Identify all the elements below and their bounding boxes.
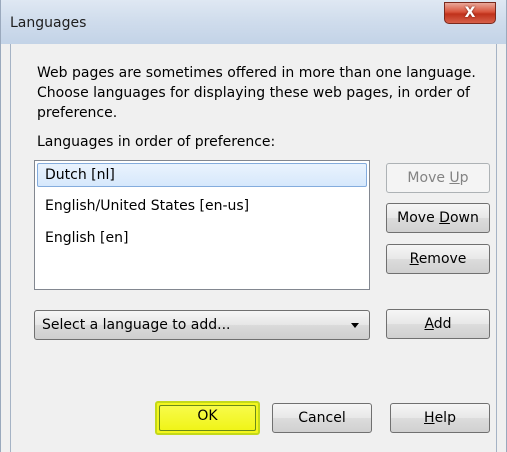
cancel-label: Cancel xyxy=(298,410,346,426)
move-up-accel: U xyxy=(449,170,460,186)
add-label-post: dd xyxy=(433,316,452,332)
language-select-value: Select a language to add... xyxy=(42,317,231,333)
description-text: Web pages are sometimes offered in more … xyxy=(37,65,476,121)
move-up-button[interactable]: Move Up xyxy=(386,163,490,193)
move-up-label-post: p xyxy=(459,170,469,186)
move-down-label-post: own xyxy=(449,210,479,226)
language-select[interactable]: Select a language to add... xyxy=(34,310,370,340)
title-bar[interactable]: Languages X xyxy=(1,0,506,44)
move-up-label-pre: Move xyxy=(407,170,450,186)
add-accel: A xyxy=(424,316,434,332)
ok-button[interactable]: OK xyxy=(155,401,260,435)
list-item-english[interactable]: English [en] xyxy=(37,226,367,250)
remove-label-post: emove xyxy=(418,251,467,267)
list-item-english-us[interactable]: English/United States [en-us] xyxy=(37,194,367,218)
cancel-button[interactable]: Cancel xyxy=(272,403,372,433)
help-label-post: elp xyxy=(434,410,456,426)
languages-listbox[interactable]: Dutch [nl] English/United States [en-us]… xyxy=(34,160,370,290)
remove-button[interactable]: Remove xyxy=(386,244,490,274)
add-button[interactable]: Add xyxy=(386,309,490,339)
close-icon: X xyxy=(464,5,476,21)
move-down-label-pre: Move xyxy=(397,210,440,226)
help-accel: H xyxy=(424,410,435,426)
close-button[interactable]: X xyxy=(444,2,496,24)
remove-accel: R xyxy=(409,251,419,267)
ok-button-face: OK xyxy=(159,405,256,431)
chevron-down-icon xyxy=(351,323,359,328)
ok-label: OK xyxy=(197,408,218,424)
list-item-dutch[interactable]: Dutch [nl] xyxy=(37,163,367,187)
dialog-title: Languages xyxy=(10,15,87,31)
move-down-accel: D xyxy=(439,210,450,226)
help-button[interactable]: Help xyxy=(390,403,490,433)
list-label: Languages in order of preference: xyxy=(37,134,276,150)
move-down-button[interactable]: Move Down xyxy=(386,203,490,233)
